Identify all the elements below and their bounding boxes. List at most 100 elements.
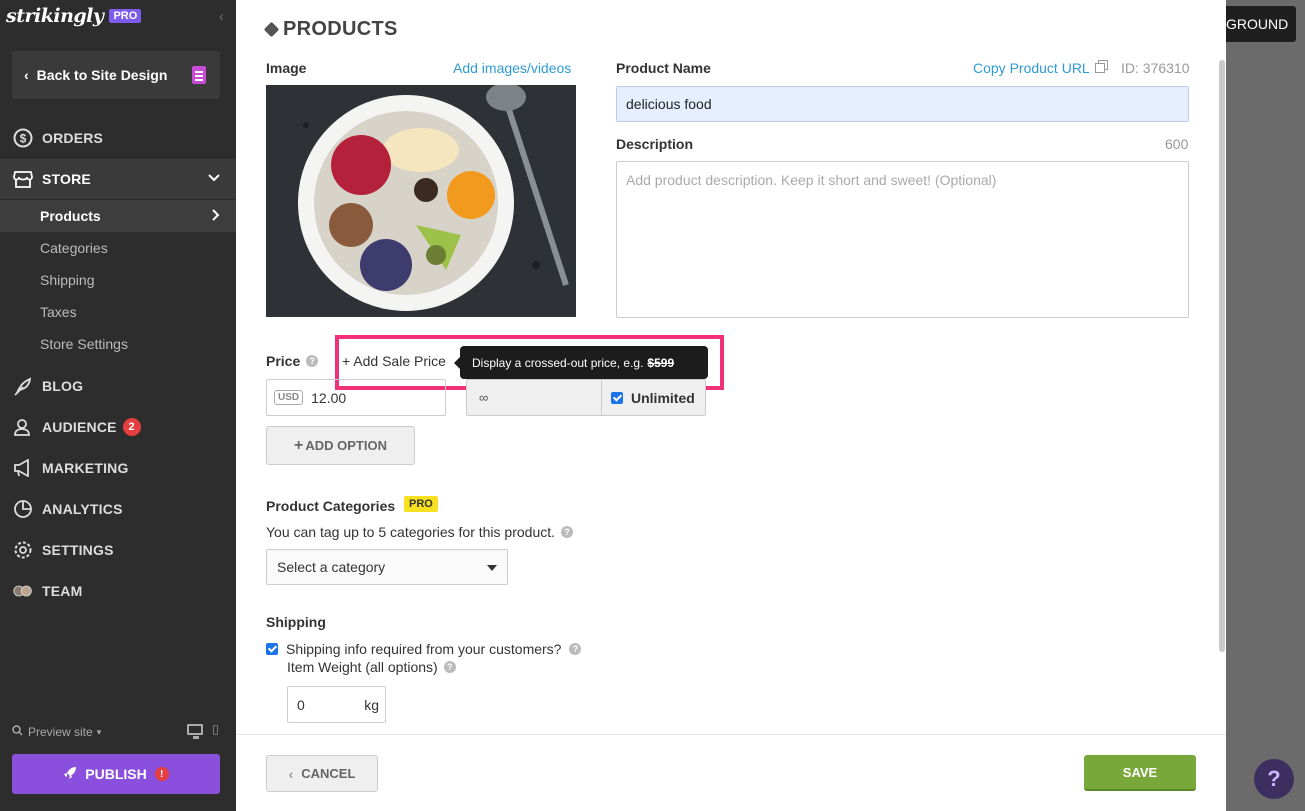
add-option-label: ADD OPTION xyxy=(305,438,387,453)
editor-footer xyxy=(236,734,1226,811)
product-name-value: delicious food xyxy=(626,96,712,112)
inventory-value: ∞ xyxy=(479,390,489,405)
sub-label: Store Settings xyxy=(40,336,128,352)
product-name-input[interactable]: delicious food xyxy=(616,86,1189,122)
description-label: Description xyxy=(616,136,694,152)
price-value: 12.00 xyxy=(311,389,347,406)
categories-hint-row: You can tag up to 5 categories for this … xyxy=(266,524,574,540)
unlimited-checkbox-row[interactable]: Unlimited xyxy=(601,379,706,416)
help-icon[interactable]: ? xyxy=(306,355,319,367)
nav-settings[interactable]: SETTINGS xyxy=(0,530,236,570)
store-sub-shipping[interactable]: Shipping xyxy=(0,264,236,296)
feather-icon xyxy=(13,376,33,396)
nav-label: TEAM xyxy=(42,583,83,599)
chevron-left-icon: ‹ xyxy=(288,765,294,782)
image-label: Image xyxy=(266,60,307,76)
users-icon xyxy=(13,417,33,437)
nav-orders[interactable]: $ ORDERS xyxy=(0,118,236,158)
chevron-down-icon[interactable]: ▾ xyxy=(97,727,102,738)
notification-badge: 2 xyxy=(122,418,141,436)
preview-site-link[interactable]: Preview site xyxy=(28,725,93,739)
cancel-button[interactable]: ‹ CANCEL xyxy=(266,755,378,792)
product-categories-label: Product Categories xyxy=(266,498,396,514)
scrollbar-thumb[interactable] xyxy=(1219,60,1225,652)
nav-analytics[interactable]: ANALYTICS xyxy=(0,489,236,529)
dropdown-arrow-icon xyxy=(487,565,497,571)
copy-product-url-link[interactable]: Copy Product URL xyxy=(973,60,1108,76)
product-id: ID: 376310 xyxy=(1121,60,1190,76)
shipping-required-row[interactable]: Shipping info required from your custome… xyxy=(266,641,582,657)
store-sub-products[interactable]: Products xyxy=(0,200,236,232)
help-icon[interactable]: ? xyxy=(443,661,456,673)
shipping-required-checkbox[interactable] xyxy=(266,643,278,655)
plus-icon: + xyxy=(294,437,304,454)
description-textarea[interactable]: Add product description. Keep it short a… xyxy=(616,161,1189,318)
nav-team[interactable]: TEAM xyxy=(0,571,236,611)
store-sub-categories[interactable]: Categories xyxy=(0,232,236,264)
price-label-row: Price ? xyxy=(266,353,319,369)
nav-marketing[interactable]: MARKETING xyxy=(0,448,236,488)
shipping-label: Shipping xyxy=(266,614,326,630)
mobile-view-icon[interactable] xyxy=(213,724,218,735)
nav-label: ANALYTICS xyxy=(42,501,123,517)
team-avatars-icon xyxy=(13,581,33,601)
page-icon xyxy=(192,66,206,84)
store-sub-taxes[interactable]: Taxes xyxy=(0,296,236,328)
add-images-link[interactable]: Add images/videos xyxy=(453,60,571,76)
background-button[interactable]: GROUND xyxy=(1226,6,1296,42)
product-image[interactable] xyxy=(266,85,576,317)
warning-icon: ! xyxy=(154,767,169,781)
weight-input[interactable]: 0 kg xyxy=(287,686,386,723)
inventory-input[interactable]: ∞ xyxy=(466,379,602,416)
price-label: Price xyxy=(266,353,301,369)
nav-label: MARKETING xyxy=(42,460,129,476)
back-label: Back to Site Design xyxy=(36,67,168,83)
sale-price-tooltip: Display a crossed-out price, e.g. $599 xyxy=(454,346,708,379)
tag-icon xyxy=(263,21,280,38)
help-icon[interactable]: ? xyxy=(569,643,582,655)
pro-badge: PRO xyxy=(109,9,142,23)
page-title-text: PRODUCTS xyxy=(283,18,398,40)
currency-tag: USD xyxy=(274,390,304,405)
sub-label: Taxes xyxy=(40,304,77,320)
cancel-label: CANCEL xyxy=(301,766,356,781)
help-button[interactable]: ? xyxy=(1254,759,1294,799)
chevron-right-icon xyxy=(212,208,220,224)
add-option-button[interactable]: + ADD OPTION xyxy=(266,426,415,465)
product-name-label: Product Name xyxy=(616,60,711,76)
megaphone-icon xyxy=(13,458,33,478)
copy-icon xyxy=(1094,60,1108,76)
store-sub-store-settings[interactable]: Store Settings xyxy=(0,328,236,360)
price-input[interactable]: USD 12.00 xyxy=(266,379,446,416)
gear-icon xyxy=(13,540,33,560)
preview-site-row: Preview site ▾ xyxy=(12,722,224,742)
nav-blog[interactable]: BLOG xyxy=(0,366,236,406)
collapse-sidebar-icon[interactable]: ‹ xyxy=(219,9,229,23)
pro-badge: PRO xyxy=(404,496,438,512)
shipping-required-label: Shipping info required from your custome… xyxy=(286,641,562,657)
item-weight-label: Item Weight (all options) xyxy=(287,659,438,675)
sub-label: Shipping xyxy=(40,272,95,288)
unlimited-checkbox[interactable] xyxy=(611,391,623,404)
publish-button[interactable]: PUBLISH ! xyxy=(12,754,220,794)
tooltip-text: Display a crossed-out price, e.g. xyxy=(472,355,644,370)
description-char-limit: 600 xyxy=(1165,136,1189,152)
back-to-site-design-button[interactable]: ‹ Back to Site Design xyxy=(12,51,220,99)
publish-label: PUBLISH xyxy=(85,766,147,782)
save-button[interactable]: SAVE xyxy=(1084,755,1196,791)
nav-label: AUDIENCE xyxy=(42,419,117,435)
category-select[interactable]: Select a category xyxy=(266,549,508,585)
sidebar: strikingly PRO ‹ ‹ Back to Site Design $… xyxy=(0,0,236,811)
nav-store[interactable]: STORE xyxy=(0,159,236,199)
brand-name: strikingly xyxy=(6,5,104,27)
nav-audience[interactable]: AUDIENCE 2 xyxy=(0,407,236,447)
nav-label: BLOG xyxy=(42,378,84,394)
desktop-view-icon[interactable] xyxy=(187,724,203,739)
brand-logo[interactable]: strikingly PRO xyxy=(6,4,142,28)
tooltip-example-price: $599 xyxy=(647,355,675,370)
category-select-value: Select a category xyxy=(277,559,386,575)
categories-hint: You can tag up to 5 categories for this … xyxy=(266,524,556,540)
help-icon[interactable]: ? xyxy=(561,526,574,538)
rocket-icon xyxy=(63,766,77,783)
weight-unit: kg xyxy=(364,696,379,713)
